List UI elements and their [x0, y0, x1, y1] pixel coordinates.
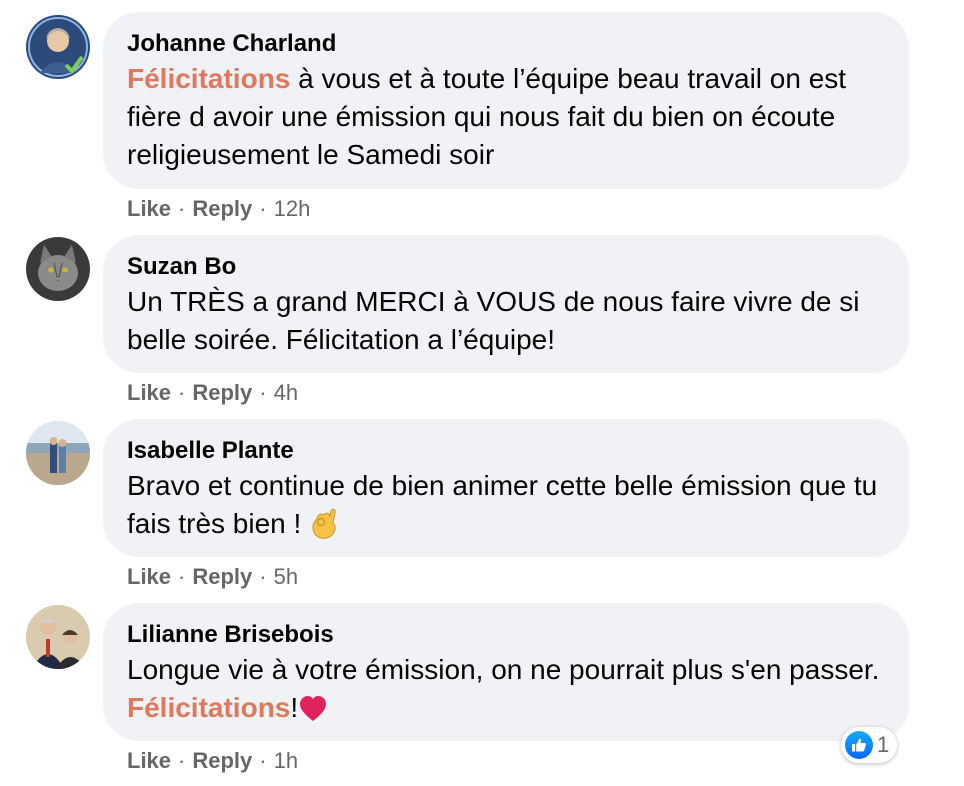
comment-timestamp[interactable]: 4h [274, 380, 298, 405]
separator: · [259, 380, 267, 405]
comment-actions: Like · Reply · 4h [127, 379, 298, 407]
comment-timestamp[interactable]: 1h [274, 748, 298, 773]
reaction-summary[interactable]: 1 [841, 727, 898, 763]
like-button[interactable]: Like [127, 196, 171, 221]
comment-text-main: Longue vie à votre émission, on ne pourr… [127, 654, 880, 685]
thumbs-up-glyph [852, 738, 866, 752]
avatar[interactable] [26, 605, 90, 669]
reply-button[interactable]: Reply [192, 748, 252, 773]
reaction-count: 1 [877, 732, 890, 757]
comment-bubble: Lilianne Brisebois Longue vie à votre ém… [103, 603, 909, 741]
highlight-word[interactable]: Félicitations [127, 63, 290, 94]
avatar[interactable] [26, 15, 90, 79]
highlight-word[interactable]: Félicitations [127, 692, 290, 723]
avatar-image [26, 237, 90, 301]
comment-text: Longue vie à votre émission, on ne pourr… [127, 651, 885, 727]
comment-author[interactable]: Suzan Bo [127, 251, 885, 283]
separator: · [178, 196, 186, 221]
comment-actions: Like · Reply · 1h [127, 747, 298, 775]
comment-bubble: Isabelle Plante Bravo et continue de bie… [103, 419, 909, 557]
like-button[interactable]: Like [127, 380, 171, 405]
comment-author[interactable]: Isabelle Plante [127, 435, 885, 467]
separator: · [259, 196, 267, 221]
separator: · [259, 564, 267, 589]
comment-text: Un TRÈS a grand MERCI à VOUS de nous fai… [127, 286, 860, 355]
like-button[interactable]: Like [127, 748, 171, 773]
comment-text: Bravo et continue de bien animer cette b… [127, 467, 885, 543]
comment-bubble: Johanne Charland Félicitations à vous et… [103, 12, 909, 189]
avatar-image [26, 15, 90, 79]
reply-button[interactable]: Reply [192, 196, 252, 221]
avatar[interactable] [26, 421, 90, 485]
separator: · [178, 380, 186, 405]
comment-text: Félicitations à vous et à toute l’équipe… [127, 60, 885, 174]
separator: · [178, 748, 186, 773]
red-heart-icon [300, 696, 327, 721]
comment-timestamp[interactable]: 5h [274, 564, 298, 589]
comment-author[interactable]: Johanne Charland [127, 28, 885, 60]
comment-timestamp[interactable]: 12h [274, 196, 311, 221]
reply-button[interactable]: Reply [192, 380, 252, 405]
reply-button[interactable]: Reply [192, 564, 252, 589]
comment-actions: Like · Reply · 5h [127, 563, 298, 591]
comment-actions: Like · Reply · 12h [127, 195, 310, 223]
avatar-image [26, 421, 90, 485]
ok-hand-icon [312, 508, 336, 539]
comment-author[interactable]: Lilianne Brisebois [127, 619, 885, 651]
thumbs-up-icon [845, 731, 873, 759]
avatar-image [26, 605, 90, 669]
separator: · [259, 748, 267, 773]
avatar[interactable] [26, 237, 90, 301]
comment-text-end: ! [290, 692, 299, 723]
separator: · [178, 564, 186, 589]
comment-text-main: Bravo et continue de bien animer cette b… [127, 470, 878, 539]
comment-bubble: Suzan Bo Un TRÈS a grand MERCI à VOUS de… [103, 235, 909, 373]
like-button[interactable]: Like [127, 564, 171, 589]
